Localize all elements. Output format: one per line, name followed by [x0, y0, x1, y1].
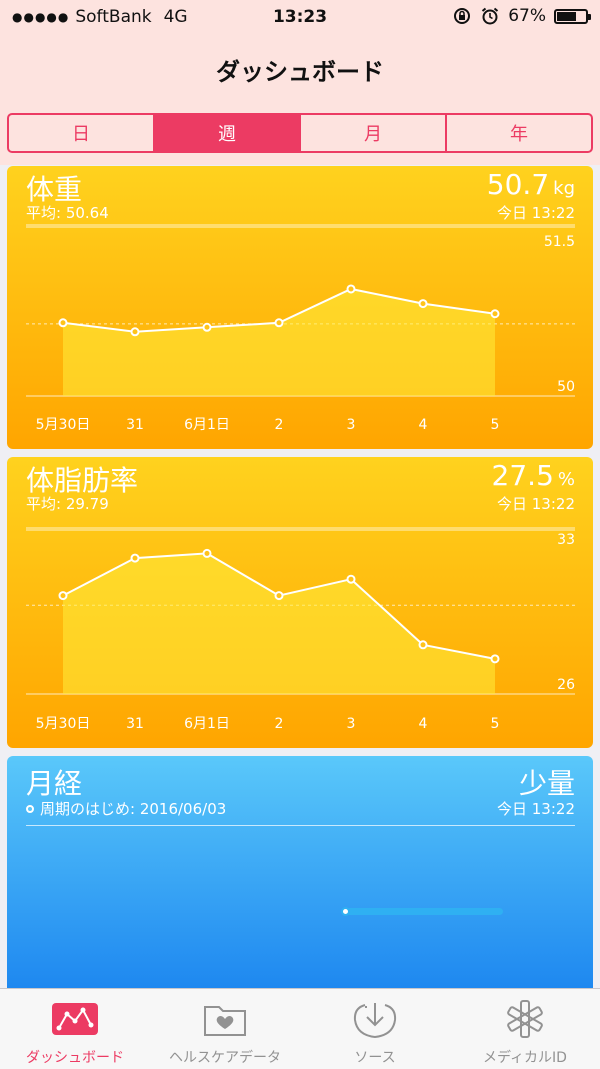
bodyfat-x-tick-3: 2 — [275, 716, 284, 732]
bodyfat-point-0 — [58, 591, 68, 601]
weight-card[interactable]: 5月30日 31 6月1日 2 3 4 5 51.5 50 体重 50.7 kg 平均: 50.6… — [7, 166, 593, 449]
battery-icon — [554, 8, 591, 24]
weight-point-1 — [130, 327, 140, 337]
bodyfat-y-tick-max: 33 — [557, 532, 575, 548]
bodyfat-x-tick-6: 5 — [491, 716, 500, 732]
cycle-start-label: 周期のはじめ: 2016/06/03 — [40, 800, 227, 818]
bodyfat-point-5 — [418, 640, 428, 650]
menstruation-period-start-marker — [341, 907, 350, 916]
medical-id-icon — [507, 1000, 543, 1038]
weight-value-group: 50.7 kg — [487, 168, 575, 201]
weight-y-tick-min: 50 — [557, 379, 575, 395]
menstruation-flow-value: 少量 — [518, 767, 575, 800]
bodyfat-x-tick-1: 31 — [126, 716, 144, 732]
tab-bar: ダッシュボード ヘルスケアデータ ソース メディカルID — [0, 988, 600, 1069]
menstruation-timestamp: 今日 13:22 — [497, 800, 575, 818]
menstruation-card[interactable]: 月経 少量 周期のはじめ: 2016/06/03 今日 13:22 — [7, 756, 593, 988]
weight-point-6 — [490, 309, 500, 319]
weight-x-tick-6: 5 — [491, 417, 500, 433]
tab-medical-id-label: メディカルID — [483, 1050, 567, 1066]
dashboard-icon — [52, 1003, 98, 1035]
weight-point-3 — [274, 318, 284, 328]
bodyfat-x-tick-2: 6月1日 — [184, 716, 230, 732]
weight-x-tick-3: 2 — [275, 417, 284, 433]
body-fat-value-group: 27.5% — [492, 459, 575, 492]
weight-point-0 — [58, 318, 68, 328]
weight-unit: kg — [553, 178, 575, 199]
body-fat-average: 平均: 29.79 — [26, 495, 109, 513]
tab-sources[interactable]: ソース — [300, 989, 450, 1069]
body-fat-value: 27.5 — [491, 459, 554, 492]
weight-average: 平均: 50.64 — [26, 204, 109, 222]
bodyfat-x-tick-4: 3 — [347, 716, 356, 732]
bodyfat-point-2 — [202, 548, 212, 558]
sources-icon — [353, 1003, 397, 1039]
bodyfat-x-tick-0: 5月30日 — [36, 716, 91, 732]
cycle-start-dot-icon — [26, 804, 34, 813]
tab-health-data-label: ヘルスケアデータ — [169, 1050, 281, 1066]
segment-year[interactable]: 年 — [447, 115, 591, 151]
bodyfat-point-6 — [490, 654, 500, 664]
rotation-lock-icon — [454, 8, 471, 24]
menstruation-period-bar — [345, 908, 503, 915]
weight-timestamp: 今日 13:22 — [497, 204, 575, 222]
cycle-start: 周期のはじめ: 2016/06/03 — [26, 798, 226, 819]
alarm-icon — [482, 7, 499, 25]
weight-x-tick-4: 3 — [347, 417, 356, 433]
body-fat-card[interactable]: 5月30日 31 6月1日 2 3 4 5 33 26 体脂肪率 27.5% 平均: 29.79… — [7, 457, 593, 748]
tab-health-data[interactable]: ヘルスケアデータ — [150, 989, 300, 1069]
segment-week[interactable]: 週 — [155, 115, 301, 151]
tab-dashboard[interactable]: ダッシュボード — [0, 989, 150, 1069]
weight-x-tick-1: 31 — [126, 417, 144, 433]
weight-point-4 — [346, 284, 356, 294]
bodyfat-y-tick-min: 26 — [557, 677, 575, 693]
health-data-icon — [204, 1006, 246, 1036]
status-bar: ●●●●● SoftBank 4G 13:23 67% — [0, 0, 600, 36]
bodyfat-x-tick-5: 4 — [419, 716, 428, 732]
period-segmented-control: 日 週 月 年 — [7, 113, 593, 153]
weight-y-tick-max: 51.5 — [544, 234, 575, 250]
tab-sources-label: ソース — [354, 1050, 396, 1066]
weight-x-tick-2: 6月1日 — [184, 417, 230, 433]
segment-day[interactable]: 日 — [9, 115, 155, 151]
bodyfat-point-1 — [130, 553, 140, 563]
menstruation-title: 月経 — [26, 767, 83, 800]
tab-medical-id[interactable]: メディカルID — [450, 989, 600, 1069]
weight-x-tick-5: 4 — [419, 417, 428, 433]
weight-point-5 — [418, 299, 428, 309]
body-fat-unit: % — [557, 469, 575, 490]
body-fat-timestamp: 今日 13:22 — [497, 495, 575, 513]
bodyfat-area — [63, 553, 495, 694]
bodyfat-point-3 — [274, 591, 284, 601]
weight-point-2 — [202, 322, 212, 332]
weight-value: 50.7 — [486, 168, 550, 201]
bodyfat-point-4 — [346, 574, 356, 584]
tab-dashboard-label: ダッシュボード — [26, 1050, 124, 1066]
header: ●●●●● SoftBank 4G 13:23 67% ダッシュボード 日 週 … — [0, 0, 600, 165]
battery-percent: 67% — [508, 6, 546, 26]
divider — [26, 825, 575, 826]
page-title: ダッシュボード — [216, 58, 384, 86]
weight-x-tick-0: 5月30日 — [36, 417, 91, 433]
segment-month[interactable]: 月 — [301, 115, 447, 151]
